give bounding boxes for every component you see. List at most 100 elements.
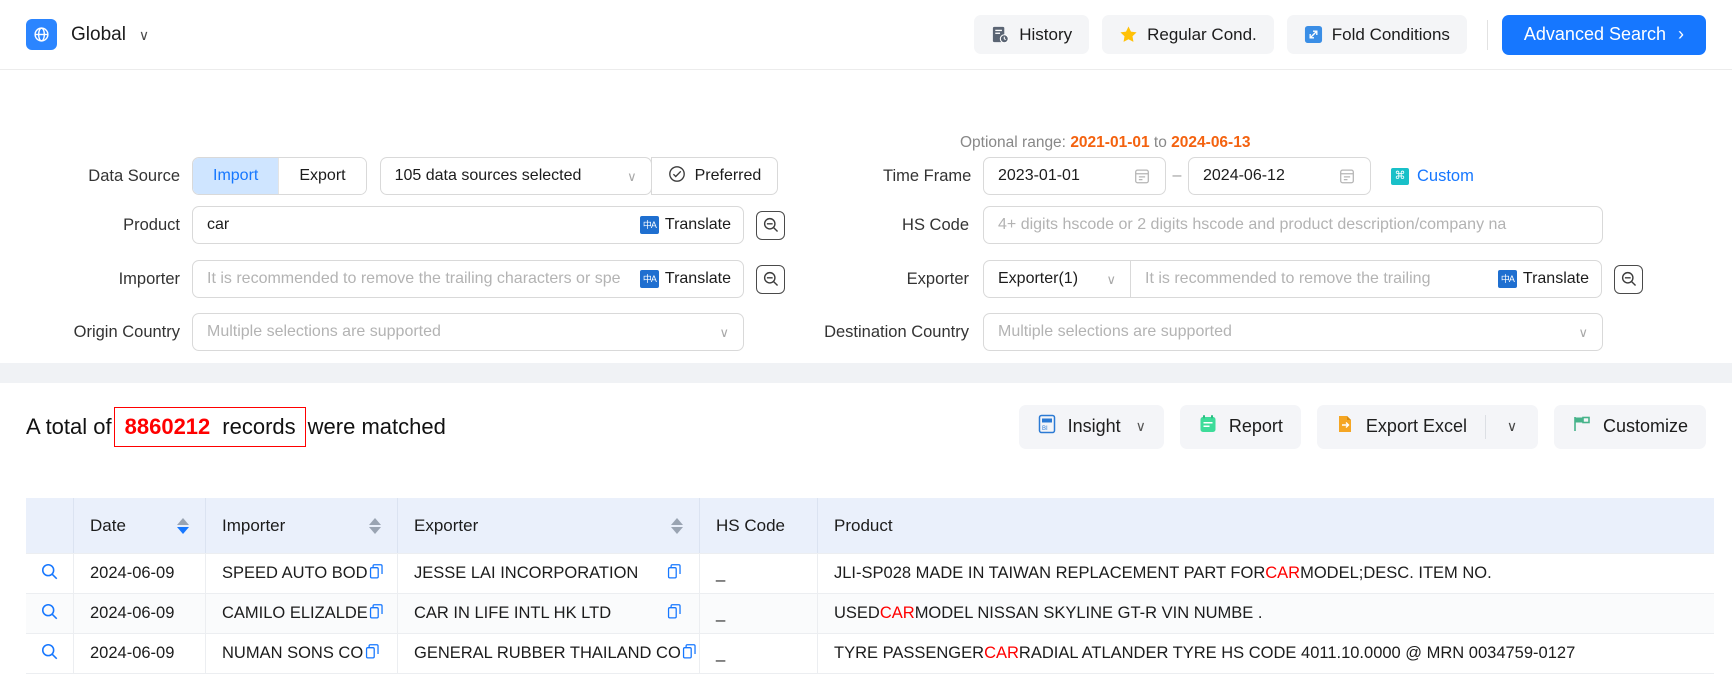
table-row[interactable]: 2024-06-09 CAMILO ELIZALDE CAR IN LIFE I…: [26, 594, 1714, 634]
copy-icon[interactable]: [368, 603, 385, 625]
cell-hscode: _: [700, 634, 818, 673]
product-pre: JLI-SP028 MADE IN TAIWAN REPLACEMENT PAR…: [834, 564, 1266, 582]
copy-icon[interactable]: [368, 563, 385, 585]
report-button[interactable]: Report: [1179, 404, 1301, 449]
hs-code-input[interactable]: 4+ digits hscode or 2 digits hscode and …: [998, 216, 1506, 234]
product-post: MODEL;DESC. ITEM NO.: [1300, 564, 1492, 582]
preferred-button[interactable]: Preferred: [650, 157, 779, 195]
product-input-wrap[interactable]: car 中A Translate: [192, 206, 744, 244]
sort-desc-icon[interactable]: [369, 526, 381, 534]
chevron-down-icon[interactable]: ∨: [139, 28, 149, 42]
copy-icon[interactable]: [681, 643, 698, 665]
destination-country-value: Multiple selections are supported: [998, 323, 1232, 340]
exporter-row: Exporter Exporter(1) ∨ It is recommended…: [883, 260, 1643, 298]
cell-importer-text: NUMAN SONS CO: [222, 644, 364, 662]
magnifier-icon[interactable]: [40, 642, 59, 666]
copy-icon[interactable]: [364, 643, 381, 665]
copy-icon[interactable]: [666, 603, 683, 625]
translate-label: Translate: [1522, 270, 1589, 287]
importer-search-icon-button[interactable]: [756, 264, 785, 294]
translate-icon: 中A: [639, 270, 659, 288]
cell-importer: SPEED AUTO BOD: [206, 554, 398, 593]
sort-asc-icon[interactable]: [671, 517, 683, 525]
time-from-input[interactable]: 2023-01-01: [983, 157, 1166, 195]
globe-icon: [26, 19, 57, 50]
product-input[interactable]: car: [207, 216, 229, 234]
tab-import[interactable]: Import: [193, 158, 279, 194]
row-detail-button[interactable]: [26, 634, 74, 673]
table-row[interactable]: 2024-06-09 SPEED AUTO BOD JESSE LAI INCO…: [26, 554, 1714, 594]
translate-button[interactable]: 中A Translate: [1497, 270, 1601, 288]
exporter-label: Exporter: [906, 269, 969, 288]
exporter-input[interactable]: It is recommended to remove the trailing: [1145, 270, 1430, 288]
results-bar: A total of 8860212 records were matched …: [0, 383, 1732, 470]
sort-asc-icon[interactable]: [177, 517, 189, 525]
translate-icon: 中A: [1497, 270, 1517, 288]
advanced-search-button[interactable]: Advanced Search ›: [1501, 14, 1706, 55]
export-excel-main[interactable]: Export Excel: [1317, 405, 1485, 449]
sort-asc-icon[interactable]: [369, 517, 381, 525]
importer-label: Importer: [118, 269, 180, 288]
regular-cond-button[interactable]: Regular Cond.: [1102, 15, 1274, 54]
magnifier-icon[interactable]: [40, 562, 59, 586]
insight-main[interactable]: BI Insight ∨: [1019, 405, 1164, 449]
destination-country-select[interactable]: Multiple selections are supported ∨: [983, 313, 1603, 351]
cell-hscode: _: [700, 594, 818, 633]
importer-input[interactable]: It is recommended to remove the trailing…: [207, 270, 621, 288]
row-detail-button[interactable]: [26, 554, 74, 593]
insight-label: Insight: [1067, 416, 1121, 436]
origin-country-select[interactable]: Multiple selections are supported ∨: [192, 313, 744, 351]
advanced-search-label: Advanced Search: [1523, 24, 1666, 44]
import-export-toggle[interactable]: Import Export: [192, 157, 367, 195]
toolbar-divider: [1486, 19, 1488, 50]
row-detail-button[interactable]: [26, 594, 74, 633]
hs-code-input-wrap[interactable]: 4+ digits hscode or 2 digits hscode and …: [983, 206, 1603, 244]
sort-control-exporter[interactable]: [671, 517, 683, 534]
hs-code-row: HS Code 4+ digits hscode or 2 digits hsc…: [883, 206, 1603, 244]
header-cell-exporter[interactable]: Exporter: [398, 498, 700, 553]
custom-icon: ⌘: [1391, 167, 1409, 185]
copy-icon[interactable]: [666, 563, 683, 585]
fold-conditions-button[interactable]: Fold Conditions: [1286, 15, 1467, 54]
records-word: records: [222, 413, 296, 439]
export-excel-button[interactable]: Export Excel ∨: [1316, 404, 1538, 449]
translate-button[interactable]: 中A Translate: [639, 216, 743, 234]
history-button[interactable]: History: [974, 15, 1090, 54]
insight-button[interactable]: BI Insight ∨: [1018, 404, 1164, 449]
sort-desc-icon[interactable]: [177, 526, 189, 534]
cell-product: TYRE PASSENGER CAR RADIAL ATLANDER TYRE …: [818, 634, 1714, 673]
data-source-row: Data Source Import Export 105 data sourc…: [26, 157, 779, 195]
sort-desc-icon[interactable]: [671, 526, 683, 534]
header-cell-importer[interactable]: Importer: [206, 498, 398, 553]
importer-input-wrap[interactable]: It is recommended to remove the trailing…: [192, 260, 744, 298]
time-to-input[interactable]: 2024-06-12: [1188, 157, 1371, 195]
customize-label: Customize: [1602, 416, 1688, 436]
magnifier-icon[interactable]: [40, 602, 59, 626]
customize-button[interactable]: Customize: [1553, 404, 1706, 449]
exporter-input-wrap[interactable]: It is recommended to remove the trailing…: [1130, 260, 1602, 298]
header-label-hscode: HS Code: [716, 515, 785, 535]
custom-range-button[interactable]: ⌘ Custom: [1391, 167, 1474, 186]
cell-date: 2024-06-09: [74, 554, 206, 593]
table-row[interactable]: 2024-06-09 NUMAN SONS CO GENERAL RUBBER …: [26, 634, 1714, 674]
tab-export[interactable]: Export: [278, 158, 366, 194]
destination-country-row: Destination Country Multiple selections …: [794, 313, 1603, 351]
insight-icon: BI: [1037, 414, 1057, 439]
time-frame-label: Time Frame: [883, 166, 972, 185]
data-source-label: Data Source: [88, 166, 180, 185]
sort-control-importer[interactable]: [369, 517, 381, 534]
optional-range-prefix: Optional range:: [960, 134, 1066, 151]
header-label-product: Product: [834, 515, 893, 535]
data-sources-select[interactable]: 105 data sources selected ∨: [379, 157, 652, 195]
translate-button[interactable]: 中A Translate: [639, 270, 743, 288]
sort-control-date[interactable]: [177, 517, 189, 534]
record-count: 8860212: [124, 413, 211, 439]
export-options-caret[interactable]: ∨: [1486, 405, 1538, 449]
header-cell-date[interactable]: Date: [74, 498, 206, 553]
exporter-search-icon-button[interactable]: [1614, 264, 1643, 294]
time-frame-row: Time Frame 2023-01-01 – 2024-06-12 ⌘ Cus…: [883, 157, 1474, 195]
exporter-type-select[interactable]: Exporter(1) ∨: [983, 260, 1131, 298]
cell-hscode: _: [700, 554, 818, 593]
cell-exporter-text: JESSE LAI INCORPORATION: [414, 564, 639, 582]
product-search-icon-button[interactable]: [756, 210, 785, 240]
